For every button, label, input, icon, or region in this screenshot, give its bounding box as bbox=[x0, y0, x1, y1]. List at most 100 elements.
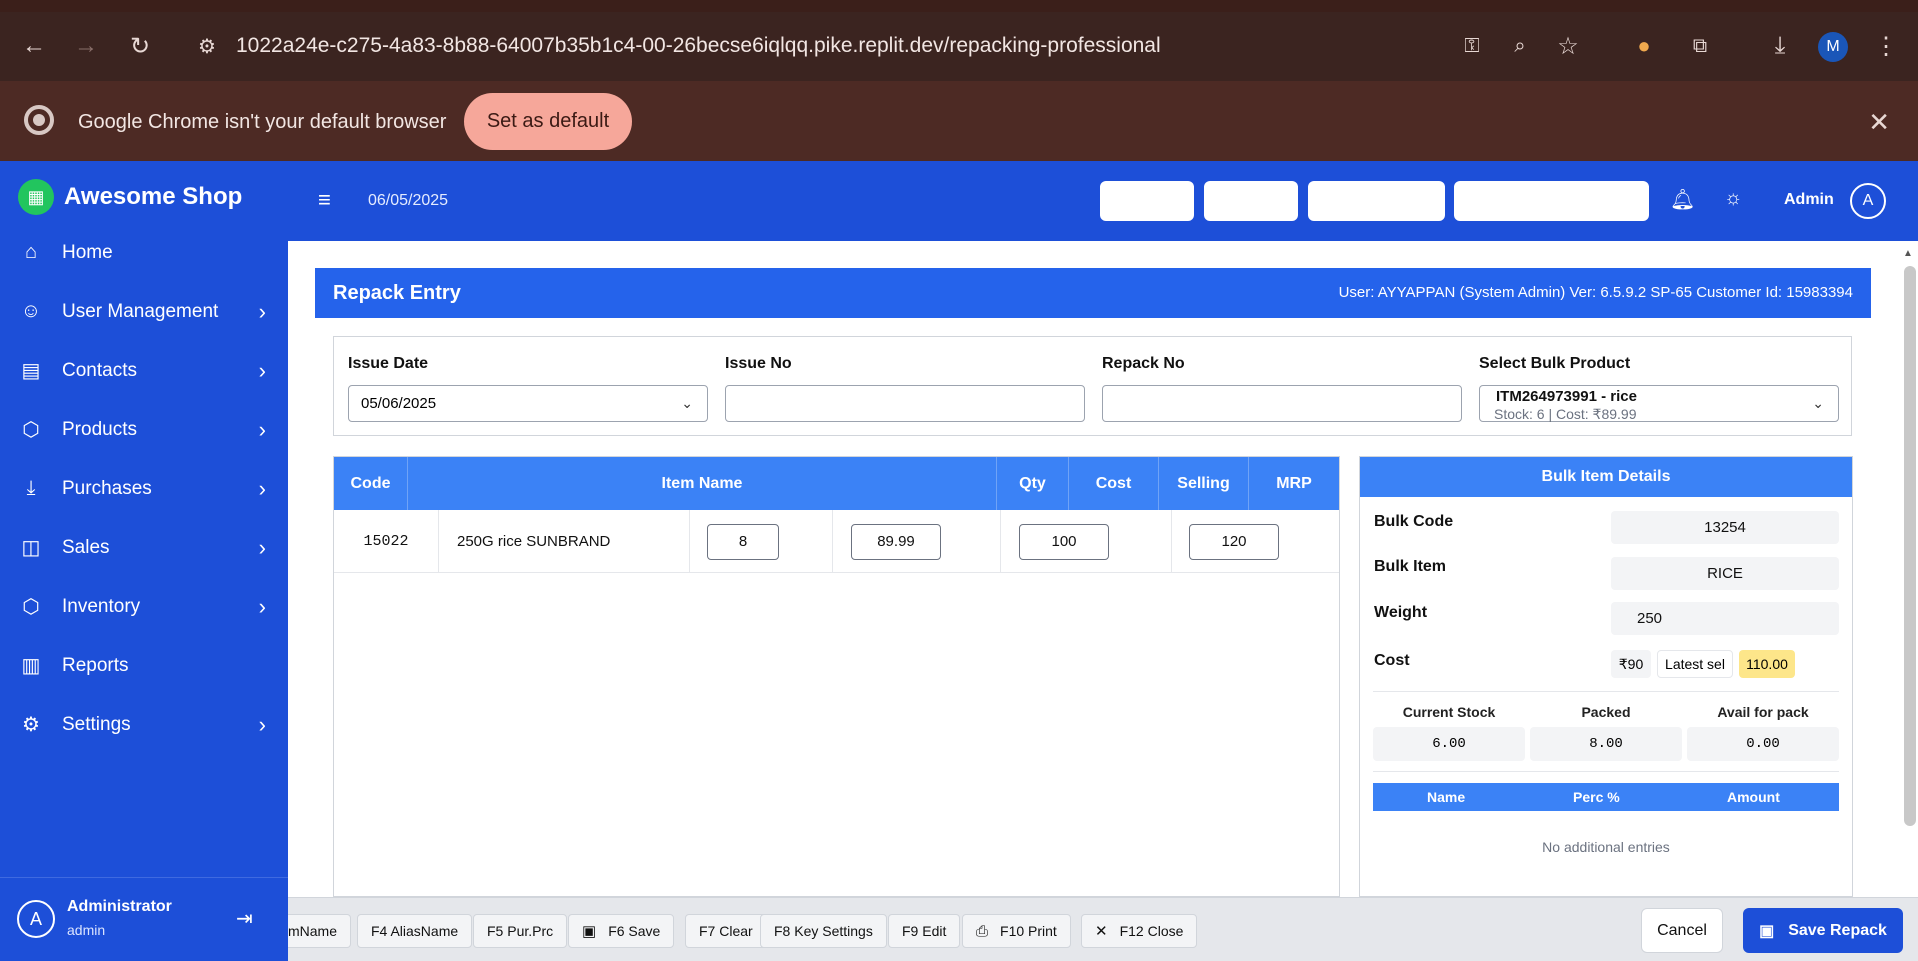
current-stock-label: Current Stock bbox=[1402, 704, 1496, 720]
issue-date-group: Issue Date 05/06/2025 ⌄ bbox=[348, 355, 708, 422]
bulk-product-stock: Stock: 6 | Cost: ₹89.99 bbox=[1494, 406, 1637, 422]
sidebar-item-home[interactable]: ⌂ Home bbox=[0, 223, 288, 282]
bulk-item-value: RICE bbox=[1611, 557, 1839, 590]
profile-avatar[interactable]: M bbox=[1818, 32, 1848, 62]
fkey-label: F10 Print bbox=[1000, 923, 1057, 939]
save-repack-button[interactable]: ▣ Save Repack bbox=[1743, 908, 1903, 953]
set-default-button[interactable]: Set as default bbox=[464, 93, 632, 150]
site-settings-icon[interactable]: ⚙ bbox=[198, 34, 216, 59]
fkey-close-button[interactable]: ✕ F12 Close bbox=[1081, 914, 1198, 948]
repack-form: Issue Date 05/06/2025 ⌄ Issue No Repack … bbox=[333, 336, 1852, 436]
fkey-alias-name-button[interactable]: F4 AliasName bbox=[357, 914, 473, 948]
extensions-icon[interactable]: ⧉ bbox=[1680, 26, 1720, 66]
fkey-print-button[interactable]: ⎙ F10 Print bbox=[962, 914, 1071, 948]
divider bbox=[1373, 771, 1839, 772]
fkey-label: mName bbox=[288, 923, 338, 939]
selling-input[interactable]: 100 bbox=[1019, 523, 1109, 560]
table-row[interactable]: 15022 250G rice SUNBRAND 8 89.99 100 120 bbox=[334, 510, 1339, 573]
sidebar-item-sales[interactable]: ◫ Sales › bbox=[0, 518, 288, 577]
url-text[interactable]: 1022a24e-c275-4a83-8b88-64007b35b1c4-00-… bbox=[236, 34, 1161, 58]
col-mrp: MRP bbox=[1276, 474, 1312, 492]
sidebar-item-label: Home bbox=[62, 241, 113, 263]
fkey-name-button[interactable]: mName bbox=[288, 914, 352, 948]
bulk-product-select[interactable]: ITM264973991 - rice Stock: 6 | Cost: ₹89… bbox=[1479, 385, 1839, 422]
bookmark-star-icon[interactable]: ☆ bbox=[1548, 26, 1588, 66]
header-date: 06/05/2025 bbox=[368, 192, 449, 209]
sidebar-item-inventory[interactable]: ⬡ Inventory › bbox=[0, 577, 288, 636]
sidebar-item-user-management[interactable]: ☺ User Management › bbox=[0, 282, 288, 341]
bulk-code-value: 13254 bbox=[1611, 511, 1839, 544]
avatar[interactable]: A bbox=[1850, 183, 1886, 219]
function-key-bar: mName F4 AliasName F5 Pur.Prc ▣ F6 Save … bbox=[288, 897, 1918, 961]
sidebar-item-label: User Management bbox=[62, 300, 219, 322]
repack-items-table: Code Item Name Qty Cost Selling MRP 1502… bbox=[333, 456, 1340, 897]
qty-input[interactable]: 8 bbox=[707, 523, 779, 560]
default-browser-infobar: Google Chrome isn't your default browser… bbox=[0, 81, 1918, 161]
cookie-extension-icon[interactable]: ● bbox=[1624, 26, 1664, 66]
sidebar-item-reports[interactable]: ▥ Reports bbox=[0, 636, 288, 695]
sidebar-item-settings[interactable]: ⚙ Settings › bbox=[0, 695, 288, 754]
main-content: Repack Entry User: AYYAPPAN (System Admi… bbox=[288, 241, 1898, 897]
avatar[interactable]: A bbox=[17, 900, 55, 938]
table-header: Code Item Name Qty Cost Selling MRP bbox=[334, 457, 1339, 510]
issue-date-select[interactable]: 05/06/2025 ⌄ bbox=[348, 385, 708, 422]
sidebar-item-purchases[interactable]: ⤓ Purchases › bbox=[0, 459, 288, 518]
fkey-edit-button[interactable]: F9 Edit bbox=[888, 914, 961, 948]
brand-name: Awesome Shop bbox=[64, 183, 243, 210]
repack-no-input[interactable] bbox=[1102, 385, 1462, 422]
bulk-item-details: Bulk Item Details Bulk Code 13254 Bulk I… bbox=[1359, 456, 1853, 897]
logout-icon[interactable]: ⇥ bbox=[236, 906, 253, 931]
save-icon: ▣ bbox=[582, 923, 597, 940]
hamburger-menu-icon[interactable]: ≡ bbox=[318, 187, 331, 213]
header-button-4[interactable] bbox=[1454, 181, 1649, 221]
cancel-button[interactable]: Cancel bbox=[1641, 908, 1723, 953]
bell-icon[interactable]: 🔔︎ bbox=[1670, 187, 1695, 212]
close-icon[interactable]: ✕ bbox=[1868, 107, 1890, 138]
scrollbar-thumb[interactable] bbox=[1904, 266, 1916, 826]
cost-label: Cost bbox=[1374, 652, 1410, 669]
cost-value: ₹90 bbox=[1611, 650, 1651, 678]
fkey-clear-button[interactable]: F7 Clear bbox=[685, 914, 767, 948]
sidebar: ▦ Awesome Shop ⌂ Home ☺ User Management … bbox=[0, 161, 288, 961]
fkey-save-button[interactable]: ▣ F6 Save bbox=[568, 914, 675, 948]
gear-icon: ⚙ bbox=[22, 714, 40, 736]
back-icon[interactable]: ← bbox=[14, 26, 54, 66]
cost-input[interactable]: 89.99 bbox=[851, 523, 941, 560]
brand[interactable]: ▦ Awesome Shop bbox=[18, 179, 242, 215]
key-icon[interactable]: ⚿ bbox=[1452, 26, 1492, 66]
header-button-3[interactable] bbox=[1308, 181, 1445, 221]
latest-sel-value: 110.00 bbox=[1739, 650, 1795, 678]
header-button-2[interactable] bbox=[1204, 181, 1298, 221]
reload-icon[interactable]: ↻ bbox=[120, 26, 160, 66]
fkey-pur-prc-button[interactable]: F5 Pur.Prc bbox=[473, 914, 568, 948]
menu-kebab-icon[interactable]: ⋮ bbox=[1866, 26, 1906, 66]
scroll-up-icon[interactable]: ▲ bbox=[1903, 248, 1913, 259]
zoom-icon[interactable]: ⌕ bbox=[1500, 26, 1540, 66]
col-amount: Amount bbox=[1727, 789, 1780, 805]
fkey-label: F4 AliasName bbox=[371, 923, 459, 939]
fkey-label: F7 Clear bbox=[699, 923, 753, 939]
qty-cell: 8 bbox=[690, 510, 833, 573]
sidebar-item-products[interactable]: ⬡ Products › bbox=[0, 400, 288, 459]
bulk-product-label: Select Bulk Product bbox=[1479, 355, 1631, 372]
header-button-1[interactable] bbox=[1100, 181, 1194, 221]
address-bar[interactable]: ⚙ 1022a24e-c275-4a83-8b88-64007b35b1c4-0… bbox=[180, 20, 1460, 72]
fkey-key-settings-button[interactable]: F8 Key Settings bbox=[760, 914, 887, 948]
weight-label: Weight bbox=[1374, 604, 1428, 621]
download-icon[interactable]: ⤓ bbox=[1760, 26, 1800, 66]
mrp-input[interactable]: 120 bbox=[1189, 523, 1279, 560]
sidebar-item-label: Settings bbox=[62, 713, 131, 735]
sidebar-item-contacts[interactable]: ▤ Contacts › bbox=[0, 341, 288, 400]
col-selling: Selling bbox=[1159, 457, 1249, 510]
bulk-product-group: Select Bulk Product ITM264973991 - rice … bbox=[1479, 355, 1839, 422]
chevron-down-icon: ⌄ bbox=[681, 395, 693, 411]
cost-cell: 89.99 bbox=[833, 510, 1001, 573]
user-icon: ☺ bbox=[20, 300, 42, 322]
forward-icon[interactable]: → bbox=[66, 26, 106, 66]
weight-input[interactable]: 250 bbox=[1611, 602, 1839, 635]
bulk-details-title: Bulk Item Details bbox=[1360, 457, 1852, 497]
sun-icon[interactable]: ☼ bbox=[1724, 187, 1742, 210]
chevron-right-icon: › bbox=[258, 416, 266, 442]
issue-no-input[interactable] bbox=[725, 385, 1085, 422]
admin-label[interactable]: Admin bbox=[1784, 191, 1834, 209]
